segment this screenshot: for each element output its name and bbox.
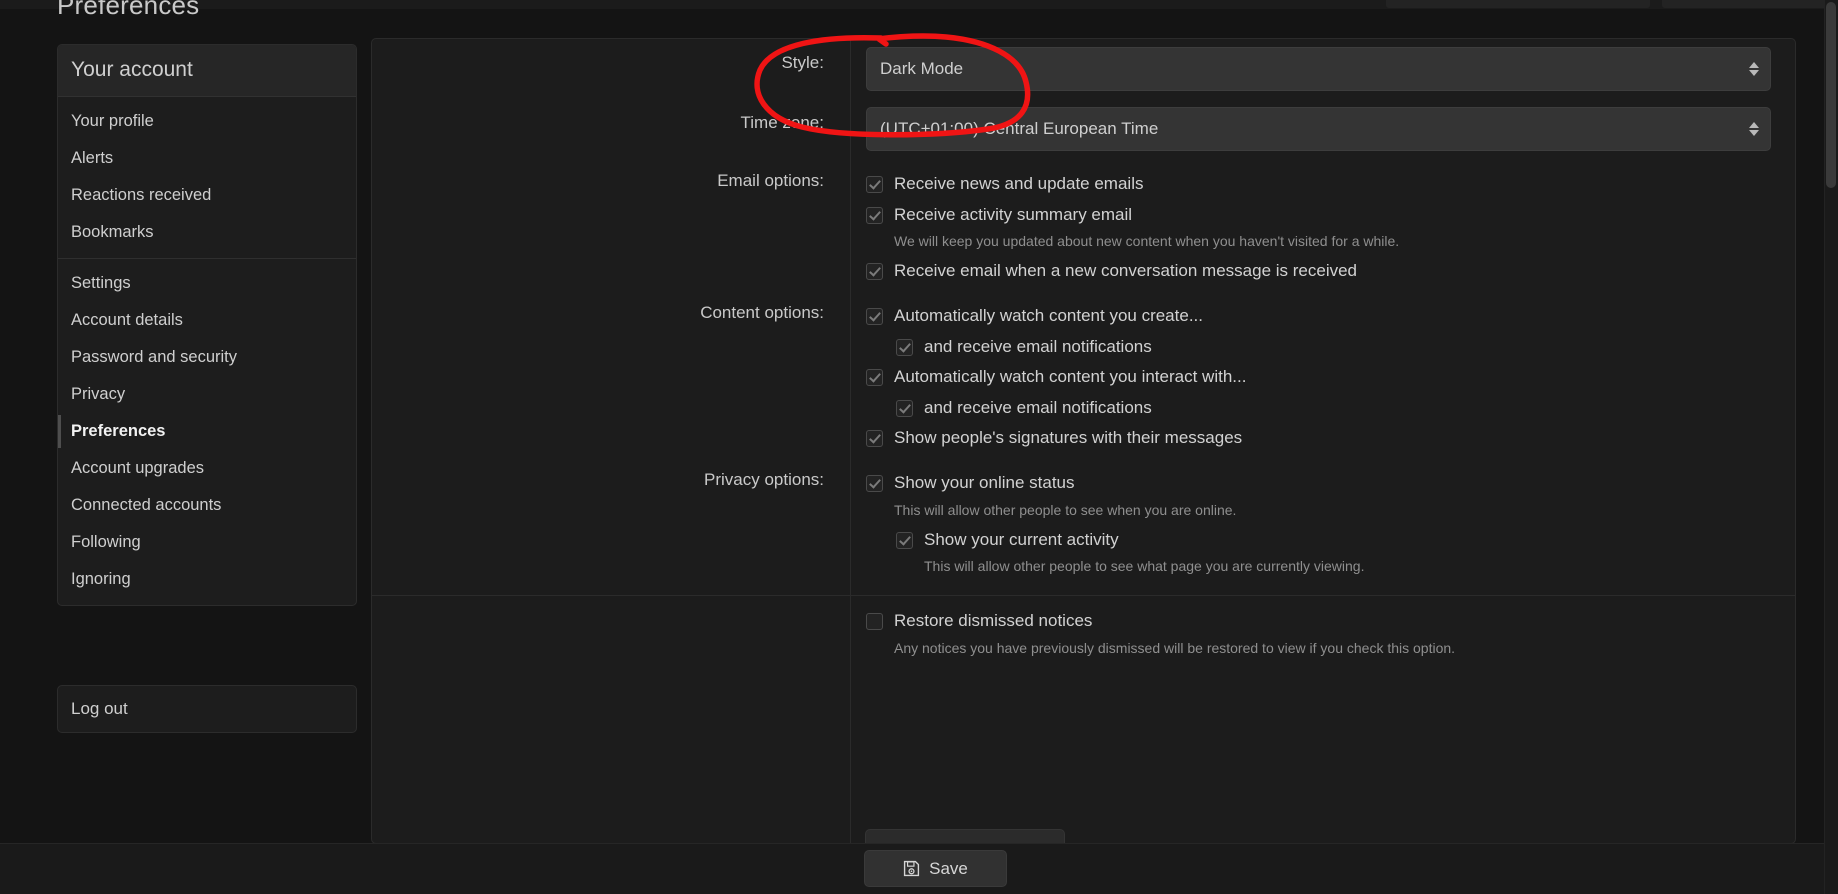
account-sidebar: Your account Your profile Alerts Reactio… [57, 44, 357, 606]
sidebar-item-alerts[interactable]: Alerts [58, 140, 356, 177]
style-select[interactable]: Dark Mode [866, 47, 1771, 91]
label-content-options: Content options: [700, 302, 824, 322]
checkbox-restore-dismissed-notices[interactable] [866, 613, 883, 631]
page-title: Preferences [57, 0, 200, 20]
checkbox-row[interactable]: Receive activity summary email [866, 200, 1771, 231]
checkbox-row[interactable]: Show people's signatures with their mess… [866, 423, 1771, 454]
checkbox-hint: We will keep you updated about new conte… [894, 233, 1400, 250]
field-style: Dark Mode [850, 39, 1795, 99]
chevron-updown-icon [1749, 62, 1759, 76]
checkbox-auto-watch-interact-email[interactable] [896, 399, 913, 417]
checkbox-label: Restore dismissed notices [894, 611, 1093, 631]
sidebar-item-password-and-security[interactable]: Password and security [58, 339, 356, 376]
scrollbar-thumb[interactable] [1826, 2, 1836, 188]
timezone-select-value: (UTC+01:00) Central European Time [880, 119, 1159, 138]
row-timezone: Time zone: (UTC+01:00) Central European … [372, 99, 1795, 159]
sidebar-item-bookmarks[interactable]: Bookmarks [58, 214, 356, 251]
chevron-updown-icon [1749, 122, 1759, 136]
checkbox-auto-watch-interact[interactable] [866, 369, 883, 387]
checkbox-hint: This will allow other people to see what… [924, 558, 1365, 575]
checkbox-label: Show your online status [894, 473, 1075, 493]
section-content-options: Content options: Automatically watch con… [372, 291, 1795, 458]
sidebar-item-connected-accounts[interactable]: Connected accounts [58, 487, 356, 524]
top-chip-right [1662, 0, 1834, 8]
checkbox-label: Automatically watch content you create..… [894, 305, 1203, 325]
floppy-disk-icon [904, 860, 920, 877]
checkbox-row[interactable]: Automatically watch content you create..… [866, 301, 1771, 332]
sidebar-header: Your account [58, 45, 356, 97]
checkbox-label: Show your current activity [924, 529, 1119, 549]
checkbox-row[interactable]: Automatically watch content you interact… [866, 362, 1771, 393]
checkbox-receive-news-emails[interactable] [866, 176, 883, 193]
checkbox-auto-watch-create[interactable] [866, 307, 883, 325]
field-email-options: Receive news and update emails Receive a… [850, 159, 1795, 291]
sidebar-item-account-details[interactable]: Account details [58, 302, 356, 339]
checkbox-label: Show people's signatures with their mess… [894, 428, 1243, 448]
top-chip-left [1386, 0, 1650, 8]
logout-box: Log out [57, 685, 357, 733]
checkbox-label: and receive email notifications [924, 336, 1152, 356]
checkbox-row[interactable]: Restore dismissed notices [866, 606, 1771, 637]
sidebar-item-account-upgrades[interactable]: Account upgrades [58, 450, 356, 487]
sidebar-group-1: Your profile Alerts Reactions received B… [58, 97, 356, 258]
sidebar-item-privacy[interactable]: Privacy [58, 376, 356, 413]
checkbox-row[interactable]: and receive email notifications [866, 393, 1771, 424]
checkbox-receive-activity-summary[interactable] [866, 206, 883, 224]
label-misc-options [372, 596, 850, 608]
checkbox-hint: Any notices you have previously dismisse… [894, 640, 1456, 657]
checkbox-auto-watch-create-email[interactable] [896, 338, 913, 356]
label-timezone: Time zone: [740, 113, 824, 132]
preferences-panel: Style: Dark Mode Time zone: (UTC+01:00) … [371, 38, 1796, 844]
sidebar-item-preferences[interactable]: Preferences [58, 413, 356, 450]
checkbox-row[interactable]: Receive news and update emails [866, 169, 1771, 200]
checkbox-show-signatures[interactable] [866, 430, 883, 448]
checkbox-row[interactable]: and receive email notifications [866, 332, 1771, 363]
checkbox-label: and receive email notifications [924, 397, 1152, 417]
logout-button[interactable]: Log out [58, 686, 356, 732]
field-misc-options: Restore dismissed notices Any notices yo… [850, 596, 1795, 667]
checkbox-row[interactable]: Receive email when a new conversation me… [866, 256, 1771, 287]
checkbox-receive-conversation-email[interactable] [866, 263, 883, 281]
field-privacy-options: Show your online status This will allow … [850, 458, 1795, 585]
section-misc-options: Restore dismissed notices Any notices yo… [372, 596, 1795, 667]
row-style: Style: Dark Mode [372, 39, 1795, 99]
sidebar-item-your-profile[interactable]: Your profile [58, 103, 356, 140]
checkbox-row[interactable]: Show your online status [866, 468, 1771, 499]
checkbox-label: Receive email when a new conversation me… [894, 261, 1358, 281]
section-privacy-options: Privacy options: Show your online status… [372, 458, 1795, 585]
checkbox-show-online-status[interactable] [866, 475, 883, 493]
sidebar-item-settings[interactable]: Settings [58, 265, 356, 302]
label-style: Style: [781, 53, 824, 72]
save-button-label: Save [929, 858, 968, 878]
sidebar-item-ignoring[interactable]: Ignoring [58, 561, 356, 598]
page-scrollbar[interactable] [1824, 0, 1838, 894]
checkbox-row[interactable]: Show your current activity [866, 525, 1771, 556]
sidebar-item-following[interactable]: Following [58, 524, 356, 561]
section-email-options: Email options: Receive news and update e… [372, 159, 1795, 291]
checkbox-hint: This will allow other people to see when… [894, 501, 1237, 518]
style-select-value: Dark Mode [880, 59, 964, 78]
checkbox-label: Receive news and update emails [894, 174, 1144, 193]
checkbox-label: Automatically watch content you interact… [894, 367, 1247, 387]
timezone-select[interactable]: (UTC+01:00) Central European Time [866, 107, 1771, 151]
checkbox-label: Receive activity summary email [894, 204, 1133, 224]
checkbox-show-current-activity[interactable] [896, 531, 913, 549]
field-timezone: (UTC+01:00) Central European Time [850, 99, 1795, 159]
app-root: Preferences Your account Your profile Al… [0, 0, 1838, 894]
sidebar-group-2: Settings Account details Password and se… [58, 258, 356, 605]
save-button[interactable]: Save [864, 850, 1007, 887]
sidebar-item-reactions-received[interactable]: Reactions received [58, 177, 356, 214]
field-content-options: Automatically watch content you create..… [850, 291, 1795, 458]
label-privacy-options: Privacy options: [704, 470, 824, 490]
label-email-options: Email options: [717, 171, 824, 190]
